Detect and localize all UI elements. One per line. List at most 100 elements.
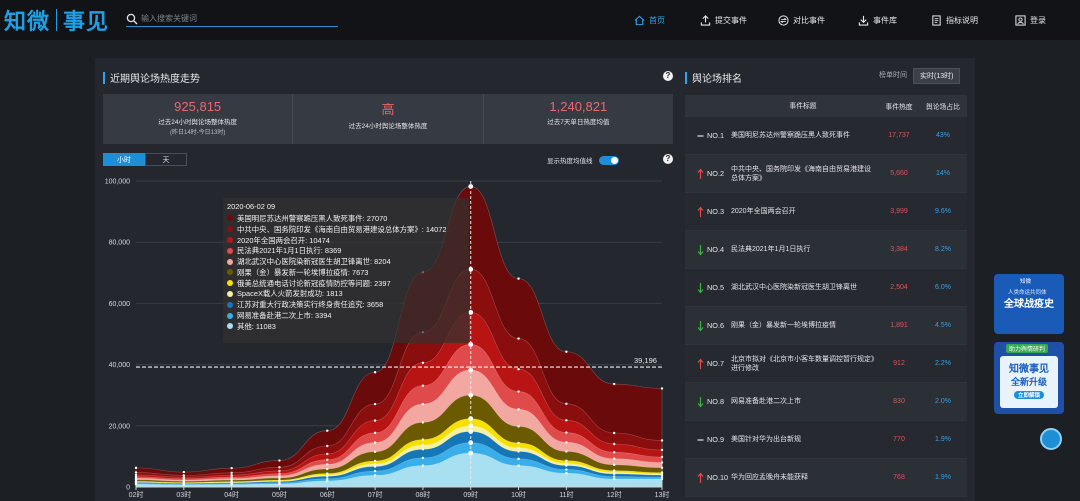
data-point [373, 474, 377, 477]
ranking-row[interactable]: NO.2 中共中央、国务院印发《海南自由贸易港建设总体方案》 5,660 14% [685, 155, 967, 193]
event-share: 6.0% [935, 284, 951, 291]
ranking-time-label: 榜单时间 [879, 72, 907, 79]
event-share: 43% [935, 132, 950, 139]
promo-banner-1[interactable]: 知微 人类命运共同体 全球战疫史 [994, 274, 1064, 334]
data-point [517, 425, 520, 428]
data-point [373, 462, 377, 466]
x-tick-label: 12时 [607, 490, 622, 499]
y-tick-label: 80,000 [109, 240, 131, 247]
data-point [278, 474, 281, 478]
ad1-line: 人类命运共同体 [1008, 290, 1047, 296]
event-title[interactable]: 刚果（金）暴发新一轮埃博拉疫情 [731, 321, 879, 330]
data-point [612, 475, 616, 478]
event-heat: 17,737 [888, 132, 910, 139]
event-title[interactable]: 华为回应孟晚舟未能获释 [731, 473, 879, 482]
trend-up-icon [697, 358, 704, 369]
event-title[interactable]: 2020年全国两会召开 [731, 207, 879, 216]
rank-cell: NO.7 [685, 358, 731, 370]
tooltip-row-text: 2020年全国两会召开: 10474 [237, 235, 330, 245]
data-point [421, 443, 425, 447]
rank-label: NO.8 [707, 397, 725, 406]
data-point [565, 419, 568, 422]
data-point [660, 476, 664, 479]
ranking-row[interactable]: NO.7 北京市拟对《北京市小客车数量调控暂行规定》进行修改 912 2.2% [685, 345, 967, 383]
tooltip-row: 民法典2021年1月1日执行: 8369 [227, 245, 465, 256]
trend-up-icon [697, 206, 704, 217]
event-title[interactable]: 中共中央、国务院印发《海南自由贸易港建设总体方案》 [731, 165, 879, 183]
ranking-row[interactable]: NO.10 华为回应孟晚舟未能获释 768 1.9% [685, 459, 967, 497]
data-point [373, 419, 377, 422]
event-title[interactable]: 湖北武汉中心医院染新冠医生胡卫锋离世 [731, 283, 879, 292]
series-dot [227, 215, 233, 222]
data-point [230, 471, 233, 474]
ranking-row[interactable]: NO.8 网易准备赴港二次上市 830 2.0% [685, 383, 967, 421]
ad2-button[interactable]: 立即解锁 [1014, 391, 1044, 399]
ranking-row[interactable]: NO.4 民法典2021年1月1日执行 3,384 8.2% [685, 231, 967, 269]
ranking-table: 事件标题 事件热度 舆论场占比 NO.1 美国明尼苏达州警察跪压黑人致死事件 17,… [685, 95, 967, 497]
tooltip-row: SpaceX载人火箭发射成功: 1813 [227, 289, 465, 300]
tooltip-row: 其他: 11083 [227, 321, 465, 332]
rank-cell: NO.4 [685, 244, 731, 256]
data-point [517, 367, 520, 371]
event-heat: 5,660 [890, 170, 908, 177]
ranking-row[interactable]: NO.6 刚果（金）暴发新一轮埃博拉疫情 1,891 4.5% [685, 307, 967, 345]
customer-service-icon[interactable] [1040, 428, 1062, 450]
x-tick-label: 05时 [272, 490, 287, 499]
data-point [421, 402, 425, 406]
ranking-row[interactable]: NO.5 湖北武汉中心医院染新冠医生胡卫锋离世 2,504 6.0% [685, 269, 967, 307]
data-point [612, 457, 616, 460]
tooltip-row: 湖北武汉中心医院染新冠医生胡卫锋离世: 8204 [227, 256, 465, 267]
rank-cell: NO.2 [685, 168, 731, 180]
data-point [421, 361, 425, 364]
x-tick-label: 10时 [511, 490, 526, 499]
data-point [565, 431, 568, 434]
event-heat: 3,999 [890, 208, 908, 215]
tooltip-row-text: 刚果（金）暴发新一轮埃博拉疫情: 7673 [237, 267, 369, 277]
data-point [373, 450, 377, 454]
data-point [517, 441, 520, 445]
data-point [326, 429, 329, 432]
x-tick-label: 09时 [463, 490, 478, 499]
event-title[interactable]: 网易准备赴港二次上市 [731, 397, 879, 406]
data-point [278, 459, 281, 462]
event-title[interactable]: 美国明尼苏达州警察跪压黑人致死事件 [731, 131, 879, 140]
series-dot [227, 312, 233, 319]
data-point [565, 468, 568, 471]
ranking-row[interactable]: NO.9 美国针对华为出台新规 770 1.9% [685, 421, 967, 459]
event-share: 1.9% [935, 474, 951, 481]
tooltip-row-text: 江苏对重大行政决策实行终身责任追究: 3658 [237, 300, 384, 310]
x-tick-label: 08时 [416, 490, 431, 499]
ad1-tag: 知微 [1020, 279, 1032, 285]
rank-cell: NO.10 [685, 472, 731, 484]
data-point [373, 371, 377, 374]
data-point [517, 337, 520, 340]
event-title[interactable]: 美国针对华为出台新规 [731, 435, 879, 444]
data-point [373, 441, 377, 444]
event-share: 2.2% [935, 360, 951, 367]
data-point [326, 463, 329, 466]
data-point [612, 469, 616, 472]
ranking-row[interactable]: NO.1 美国明尼苏达州警察跪压黑人致死事件 17,737 43% [685, 117, 967, 155]
ranking-time-value[interactable]: 实时(13时) [913, 68, 961, 84]
data-point [182, 470, 186, 474]
tooltip-row-text: 美国明尼苏达州警察跪压黑人致死事件: 27070 [237, 213, 388, 223]
data-point [660, 448, 664, 452]
event-title[interactable]: 北京市拟对《北京市小客车数量调控暂行规定》进行修改 [731, 355, 879, 373]
trend-flat-icon [697, 134, 704, 137]
y-tick-label: 100,000 [105, 179, 130, 186]
event-heat: 1,891 [890, 322, 908, 329]
data-point [660, 466, 664, 469]
ranking-row[interactable]: NO.3 2020年全国两会召开 3,999 9.6% [685, 193, 967, 231]
data-point [565, 441, 568, 444]
promo-banner-2[interactable]: 助力舆情研判 知微事见 全新升级 立即解锁 [994, 342, 1064, 414]
col-title: 事件标题 [789, 102, 817, 110]
rank-label: NO.7 [707, 359, 725, 368]
data-point [565, 402, 568, 405]
tooltip-row-text: 中共中央、国务院印发《海南自由贸易港建设总体方案》: 14072 [237, 224, 447, 234]
ad1-main: 全球战疫史 [1000, 297, 1058, 327]
data-point [660, 455, 664, 459]
series-dot [227, 290, 233, 297]
ad2-sub: 全新升级 [1010, 377, 1047, 387]
data-point [421, 438, 425, 441]
event-title[interactable]: 民法典2021年1月1日执行 [731, 245, 879, 254]
